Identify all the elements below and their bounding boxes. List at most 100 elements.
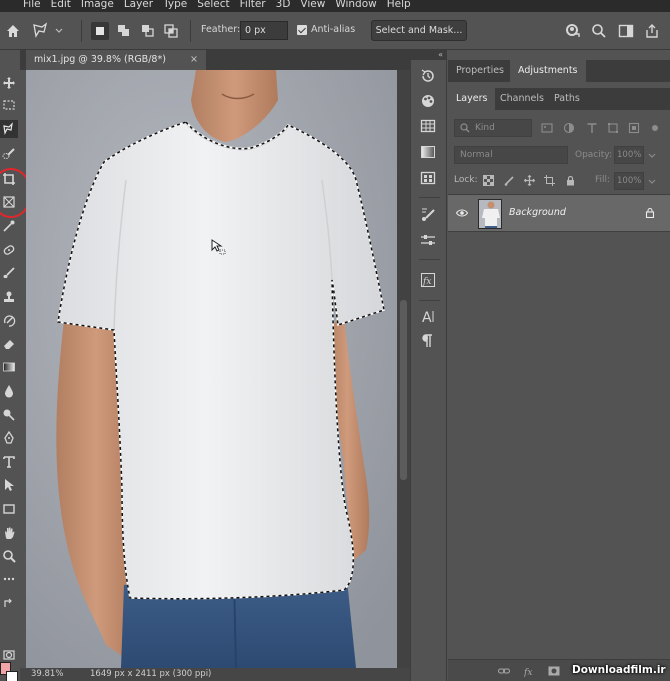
eye-icon[interactable] [455,208,469,221]
lasso-icon[interactable] [0,120,18,138]
chevron-down-icon[interactable] [648,177,656,188]
swatches-icon[interactable] [420,118,438,136]
layer-thumbnail [478,199,502,229]
history-icon[interactable] [420,68,438,86]
pixel-filter-icon[interactable] [541,122,553,134]
antialias-checkbox[interactable] [297,25,307,35]
lock-position-icon[interactable] [523,174,536,187]
blur-icon[interactable] [0,382,18,400]
move-icon[interactable] [0,74,18,92]
eraser-icon[interactable] [0,335,18,353]
add-mask-icon[interactable] [548,665,560,677]
lasso-tool-preset-icon[interactable] [30,21,66,41]
character-icon[interactable]: A [420,308,438,326]
eyedropper-icon[interactable] [0,217,18,235]
crop-icon[interactable] [0,170,18,188]
tab-layers[interactable]: Layers [448,88,496,110]
opacity-input[interactable]: 100% [614,146,644,164]
subtract-from-selection-icon[interactable] [139,22,157,40]
menu-item-help[interactable]: Help [382,0,416,11]
history-brush-icon[interactable] [0,312,18,330]
marquee-icon[interactable] [0,96,18,114]
new-selection-icon[interactable] [91,22,109,40]
tab-adjustments[interactable]: Adjustments [510,60,586,82]
stamp-icon[interactable] [0,288,18,306]
styles-fx-icon[interactable]: fx [420,272,438,290]
more-icon[interactable] [0,570,18,588]
photo-image [26,70,397,668]
select-and-mask-button[interactable]: Select and Mask... [371,20,467,41]
user-sync-icon[interactable] [565,23,581,39]
swap-colors-icon[interactable] [0,594,18,612]
path-selection-icon[interactable] [0,476,18,494]
tab-properties[interactable]: Properties [448,60,512,82]
menu-item-filter[interactable]: Filter [235,0,271,11]
type-icon[interactable] [0,453,18,471]
background-color-swatch[interactable] [6,671,18,681]
type-filter-icon[interactable] [586,122,598,134]
blend-mode-select[interactable]: Normal [454,146,568,164]
menu-item-select[interactable]: Select [192,0,234,11]
scrollbar-thumb[interactable] [400,300,407,480]
home-icon[interactable] [4,22,22,40]
document-tab-title: mix1.jpg @ 39.8% (RGB/8*) [34,54,166,65]
workspace-icon[interactable] [618,23,634,39]
filter-toggle-icon[interactable] [651,122,659,134]
menu-item-3d[interactable]: 3D [271,0,296,11]
adjustments-sliders-icon[interactable] [420,232,438,250]
adjustment-filter-icon[interactable] [563,122,575,134]
menu-item-image[interactable]: Image [76,0,119,11]
search-icon[interactable] [591,23,607,39]
layer-row-background[interactable]: Background [448,194,670,232]
close-icon[interactable]: × [190,50,198,70]
tab-channels[interactable]: Channels [492,88,552,110]
feather-input[interactable]: 0 px [240,21,288,40]
brush-icon[interactable] [0,264,18,282]
lock-artboard-icon[interactable] [544,175,555,186]
frame-icon[interactable] [0,193,18,211]
tab-paths[interactable]: Paths [546,88,588,110]
zoom-level[interactable]: 39.81% [31,669,63,679]
patterns-icon[interactable] [420,170,438,188]
chevron-down-icon[interactable] [648,151,656,162]
pen-icon[interactable] [0,429,18,447]
smart-object-filter-icon[interactable] [628,122,640,134]
menu-item-layer[interactable]: Layer [119,0,158,11]
vertical-scrollbar[interactable] [397,70,410,668]
brushes-icon[interactable] [420,206,438,224]
collapse-panels-button[interactable]: « [410,50,447,60]
intersect-selection-icon[interactable] [162,22,180,40]
document-tab[interactable]: mix1.jpg @ 39.8% (RGB/8*) × [26,50,206,70]
menu-item-file[interactable]: File [18,0,46,11]
dodge-icon[interactable] [0,405,18,423]
fill-input[interactable]: 100% [614,172,644,190]
link-layers-icon[interactable] [498,665,510,677]
lock-transparent-icon[interactable] [483,175,494,186]
document-dimensions[interactable]: 1649 px x 2411 px (300 ppi) [90,669,211,679]
menu-item-edit[interactable]: Edit [46,0,76,11]
quick-mask-icon[interactable] [0,646,18,664]
document-canvas[interactable] [26,70,397,668]
layer-name[interactable]: Background [509,207,566,218]
gradient-icon[interactable] [0,358,18,376]
fx-icon[interactable]: fx [523,665,536,678]
status-bar: 39.81% 1649 px x 2411 px (300 ppi) [20,668,410,681]
rectangle-icon[interactable] [0,500,18,518]
separator [81,20,82,42]
gradients-icon[interactable] [420,144,438,162]
menu-item-window[interactable]: Window [330,0,381,11]
hand-icon[interactable] [0,524,18,542]
menu-item-type[interactable]: Type [158,0,192,11]
menu-item-view[interactable]: View [295,0,330,11]
lock-pixels-icon[interactable] [504,175,515,186]
kind-filter-select[interactable]: Kind [454,119,532,137]
zoom-icon[interactable] [0,547,18,565]
share-icon[interactable] [644,23,660,39]
add-to-selection-icon[interactable] [115,22,133,40]
quick-selection-icon[interactable] [0,145,18,163]
shape-filter-icon[interactable] [607,122,619,134]
paragraph-icon[interactable] [420,333,438,351]
healing-icon[interactable] [0,241,18,259]
lock-all-icon[interactable] [565,175,576,186]
color-icon[interactable] [420,93,438,111]
